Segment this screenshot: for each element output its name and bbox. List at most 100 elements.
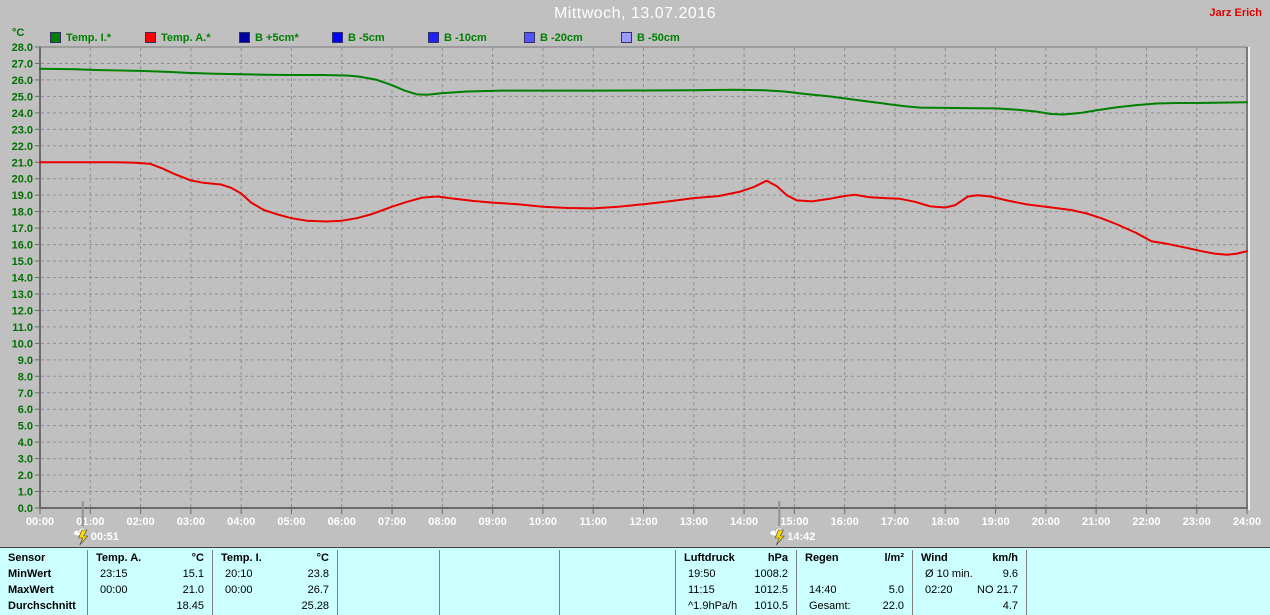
wind-avg-time <box>921 598 925 614</box>
temp-a-avg-row: 18.45 <box>88 598 212 614</box>
regen-avg-value: 22.0 <box>882 600 904 612</box>
regen-header-unit: l/m² <box>884 552 904 564</box>
y-tick-label: 21.0 <box>12 157 33 169</box>
wind-min-row: Ø 10 min. 9.6 <box>913 566 1026 582</box>
stat-row-label: Durchschnitt <box>8 600 76 612</box>
luftdruck-avg-time: ^1.9hPa/h <box>688 600 738 612</box>
y-tick-label: 22.0 <box>12 141 33 153</box>
x-tick-label: 06:00 <box>328 516 356 528</box>
regen-min-row <box>797 566 912 582</box>
temp-a-header-name: Temp. A. <box>96 552 142 564</box>
regen-max-time: 14:40 <box>809 584 837 596</box>
x-tick-label: 11:00 <box>579 516 607 528</box>
x-tick-label: 18:00 <box>931 516 959 528</box>
wind-avg-value: 4.7 <box>1002 600 1018 612</box>
temp-i-max-row: 00:00 26.7 <box>213 582 337 598</box>
luftdruck-min-row: 19:50 1008.2 <box>676 566 796 582</box>
y-tick-label: 28.0 <box>12 42 33 54</box>
thunderstorm-icon <box>72 527 89 546</box>
x-tick-label: 04:00 <box>227 516 255 528</box>
x-tick-label: 19:00 <box>981 516 1009 528</box>
stat-col-wind: Wind km/h Ø 10 min. 9.6 02:20 NO 21.7 4.7 <box>913 550 1027 615</box>
x-tick-label: 02:00 <box>127 516 155 528</box>
wind-avg-row: 4.7 <box>913 598 1026 614</box>
y-tick-label: 19.0 <box>12 190 33 202</box>
stat-row-label: Sensor <box>8 552 46 564</box>
y-tick-label: 24.0 <box>12 108 33 120</box>
y-tick-label: 7.0 <box>18 388 33 400</box>
stat-col-empty <box>440 550 560 615</box>
temp-a-avg-value: 18.45 <box>176 600 204 612</box>
temp-i-header-name: Temp. I. <box>221 552 262 564</box>
luftdruck-avg-value: 1010.5 <box>754 600 788 612</box>
stat-row-labels-column: Sensor MinWert MaxWert Durchschnitt <box>0 550 88 615</box>
x-tick-label: 14:00 <box>730 516 758 528</box>
y-tick-label: 25.0 <box>12 91 33 103</box>
stat-col-empty <box>1027 550 1270 615</box>
x-tick-label: 22:00 <box>1132 516 1160 528</box>
x-tick-label: 10:00 <box>529 516 557 528</box>
x-tick-label: 17:00 <box>881 516 909 528</box>
wind-min-value: 9.6 <box>1002 568 1018 580</box>
y-tick-label: 18.0 <box>12 207 33 219</box>
stat-row-label: MinWert <box>8 568 52 580</box>
y-tick-label: 12.0 <box>12 305 33 317</box>
wind-min-time: Ø 10 min. <box>925 568 973 580</box>
x-tick-label: 03:00 <box>177 516 205 528</box>
y-tick-label: 5.0 <box>18 421 33 433</box>
stat-col-empty <box>560 550 676 615</box>
x-tick-label: 24:00 <box>1233 516 1261 528</box>
stat-col-temp-a: Temp. A. °C 23:15 15.1 00:00 21.0 18.45 <box>88 550 213 615</box>
regen-max-value: 5.0 <box>888 584 904 596</box>
luftdruck-min-value: 1008.2 <box>754 568 788 580</box>
luftdruck-max-value: 1012.5 <box>754 584 788 596</box>
daily-statistics-table: Sensor MinWert MaxWert Durchschnitt Temp. A.… <box>0 547 1270 615</box>
y-tick-label: 11.0 <box>12 322 33 334</box>
regen-min-time <box>805 566 809 582</box>
y-tick-label: 23.0 <box>12 124 33 136</box>
temp-i-header-row: Temp. I. °C <box>213 550 337 566</box>
y-tick-label: 16.0 <box>12 240 33 252</box>
y-tick-label: 13.0 <box>12 289 33 301</box>
luftdruck-avg-row: ^1.9hPa/h 1010.5 <box>676 598 796 614</box>
temp-a-min-value: 15.1 <box>182 568 204 580</box>
temp-i-min-time: 20:10 <box>225 568 253 580</box>
x-tick-label: 23:00 <box>1183 516 1211 528</box>
regen-avg-time: Gesamt: <box>809 600 851 612</box>
x-axis: 00:00 01:00 02:00 03:00 04:00 05:00 06:00 07:00… <box>26 509 1261 528</box>
temp-a-min-row: 23:15 15.1 <box>88 566 212 582</box>
temp-a-header-row: Temp. A. °C <box>88 550 212 566</box>
temp-i-max-value: 26.7 <box>307 584 329 596</box>
wind-header-row: Wind km/h <box>913 550 1026 566</box>
regen-max-row: 14:40 5.0 <box>797 582 912 598</box>
luftdruck-header-name: Luftdruck <box>684 552 735 564</box>
stat-col-luftdruck: Luftdruck hPa 19:50 1008.2 11:15 1012.5 ^1.9hP… <box>676 550 797 615</box>
y-tick-label: 6.0 <box>18 404 33 416</box>
regen-avg-row: Gesamt: 22.0 <box>797 598 912 614</box>
temp-a-max-value: 21.0 <box>182 584 204 596</box>
y-tick-label: 20.0 <box>12 174 33 186</box>
x-tick-label: 12:00 <box>629 516 657 528</box>
temperature-chart: 0.0 1.0 2.0 3.0 4.0 5.0 6.0 7.0 8.0 9.0 10.0 11.0 12… <box>12 42 1261 546</box>
y-tick-label: 9.0 <box>18 355 33 367</box>
y-tick-label: 8.0 <box>18 371 33 383</box>
stat-col-empty <box>338 550 440 615</box>
luftdruck-header-row: Luftdruck hPa <box>676 550 796 566</box>
regen-header-name: Regen <box>805 552 839 564</box>
temp-i-min-value: 23.8 <box>307 568 329 580</box>
temp-i-min-row: 20:10 23.8 <box>213 566 337 582</box>
y-tick-label: 26.0 <box>12 75 33 87</box>
wind-header-name: Wind <box>921 552 948 564</box>
temp-a-avg-time <box>96 598 100 614</box>
y-tick-label: 14.0 <box>12 273 33 285</box>
temp-i-avg-value: 25.28 <box>301 600 329 612</box>
wind-max-time: 02:20 <box>925 584 953 596</box>
stat-row-label: MaxWert <box>8 584 54 596</box>
regen-header-row: Regen l/m² <box>797 550 912 566</box>
luftdruck-min-time: 19:50 <box>688 568 716 580</box>
stat-col-temp-i: Temp. I. °C 20:10 23.8 00:00 26.7 25.28 <box>213 550 338 615</box>
event-marker-time: 14:42 <box>787 531 815 543</box>
wind-max-value: NO 21.7 <box>977 584 1018 596</box>
x-tick-label: 13:00 <box>680 516 708 528</box>
y-tick-label: 1.0 <box>18 487 33 499</box>
